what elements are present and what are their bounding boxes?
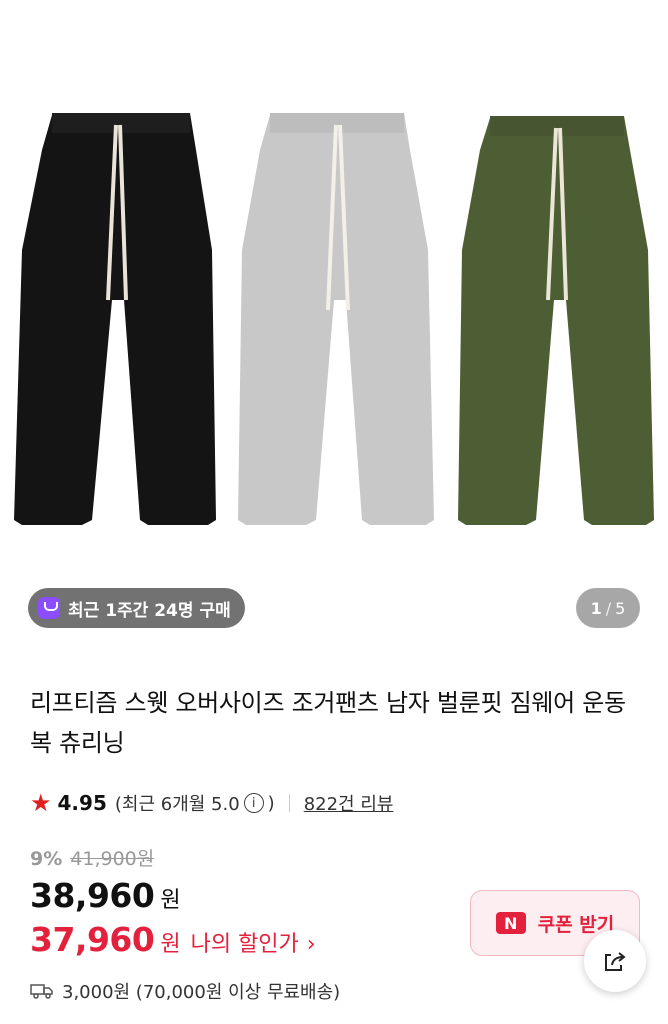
my-price-link[interactable]: 37,960 원 나의 할인가 › [30, 920, 316, 959]
shipping-info: 3,000원 (70,000원 이상 무료배송) [30, 978, 340, 1004]
naver-n-icon: N [495, 912, 526, 934]
pager-current: 1 [590, 598, 602, 618]
price-row: 38,960 원 [30, 876, 181, 915]
recent-purchase-badge: 최근 1주간 24명 구매 [28, 588, 245, 628]
pager-total: 5 [615, 598, 626, 618]
my-price-unit: 원 [160, 932, 181, 957]
rating-recent-close: ) [267, 792, 275, 814]
share-button[interactable] [584, 930, 646, 992]
grey-pants-image [238, 113, 434, 525]
pager-separator: / [605, 598, 612, 618]
star-icon: ★ [30, 789, 52, 817]
info-icon[interactable]: i [243, 793, 264, 813]
olive-pants-image [458, 116, 654, 525]
original-price: 41,900원 [70, 848, 155, 870]
product-image [14, 113, 654, 525]
my-price-label: 나의 할인가 [190, 932, 299, 957]
black-pants-image [14, 113, 216, 525]
rating-recent: (최근 6개월 5.0 [114, 794, 240, 815]
rating-row: ★ 4.95 (최근 6개월 5.0 i ) 822건 리뷰 [30, 788, 393, 818]
divider [288, 794, 290, 812]
shipping-text: 3,000원 (70,000원 이상 무료배송) [62, 982, 341, 1003]
discount-row: 9% 41,900원 [30, 844, 154, 871]
my-price: 37,960 [30, 920, 155, 959]
share-icon [605, 952, 626, 971]
rating-score: 4.95 [57, 791, 107, 815]
shopping-bag-icon [38, 597, 60, 619]
chevron-right-icon: › [306, 932, 316, 957]
discount-rate: 9% [30, 848, 63, 870]
product-title: 리프티즘 스웻 오버사이즈 조거팬츠 남자 벌룬핏 짐웨어 운동복 츄리닝 [30, 689, 626, 757]
truck-icon [30, 984, 53, 999]
sale-price-unit: 원 [160, 888, 181, 913]
sale-price: 38,960 [30, 876, 155, 915]
recent-purchase-text: 최근 1주간 24명 구매 [68, 600, 231, 621]
image-pager: 1 / 5 [576, 588, 640, 628]
product-image-gallery[interactable]: 최근 1주간 24명 구매 1 / 5 [0, 0, 668, 660]
reviews-link[interactable]: 822건 리뷰 [304, 790, 394, 816]
